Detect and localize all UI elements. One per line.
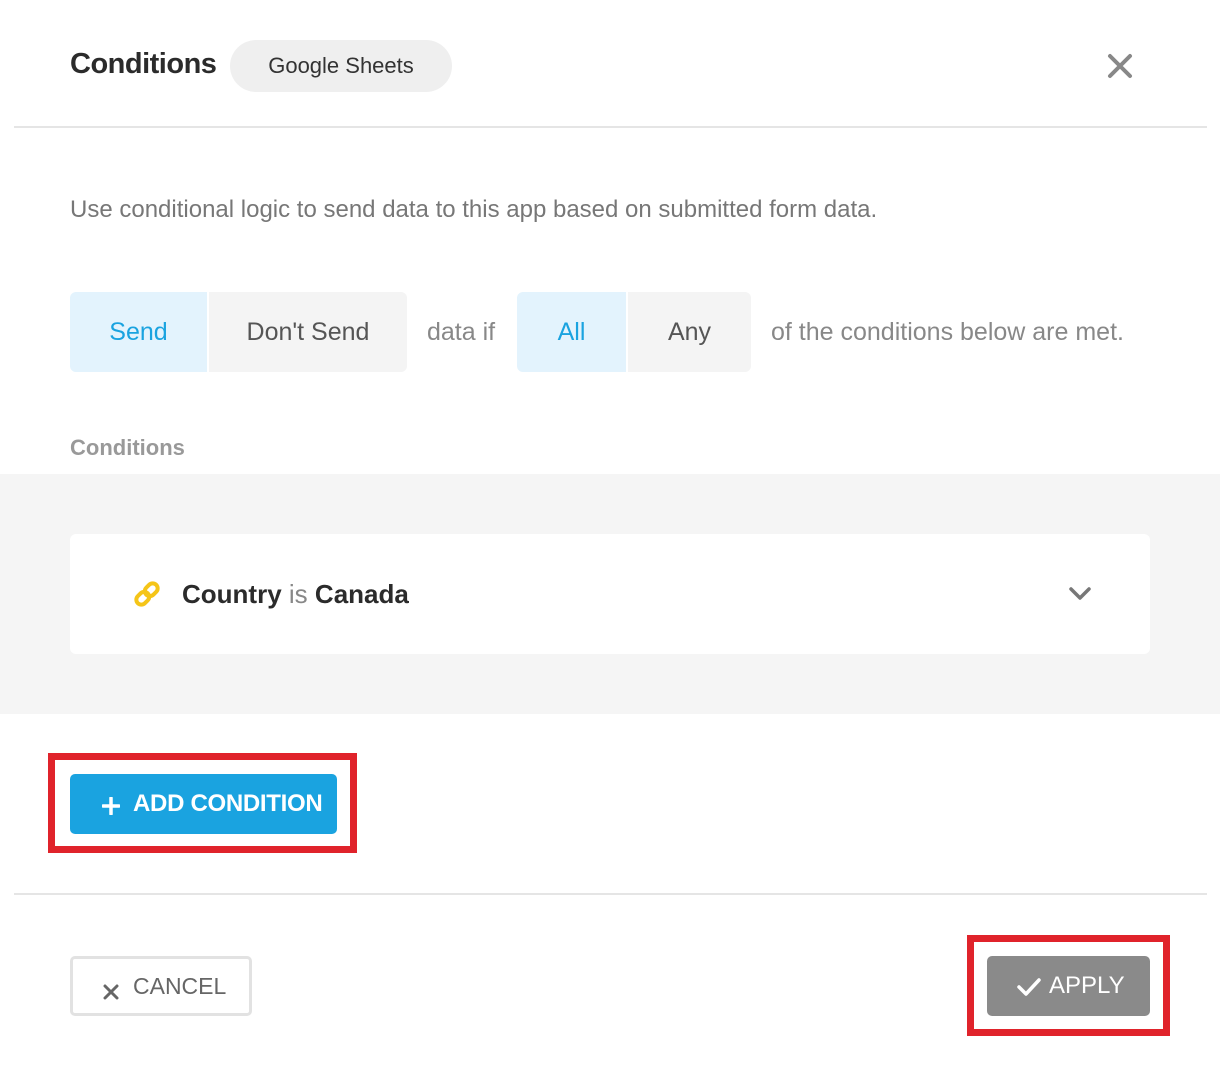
header-divider [14,126,1207,128]
apply-button[interactable]: APPLY [987,956,1150,1016]
app-name-badge: Google Sheets [230,40,452,92]
condition-value: Canada [314,579,409,609]
close-icon[interactable] [1104,50,1136,82]
dont-send-option-button[interactable]: Don't Send [209,292,407,372]
send-option-button[interactable]: Send [70,292,207,372]
condition-operator: is [288,579,308,609]
condition-field: Country [182,579,282,609]
apply-label: APPLY [1049,972,1125,999]
link-icon [132,579,162,609]
cancel-button[interactable]: CANCEL [70,956,252,1016]
conditions-met-text: of the conditions below are met. [771,318,1124,346]
cancel-label: CANCEL [133,973,227,999]
any-option-button[interactable]: Any [628,292,751,372]
condition-item[interactable]: Country is Canada [70,534,1150,654]
conditions-list: Country is Canada [0,474,1220,714]
chevron-down-icon[interactable] [1068,584,1092,604]
condition-summary: Country is Canada [182,534,409,654]
checkmark-icon [1017,976,1041,996]
modal-header: Conditions Google Sheets [0,0,1220,128]
add-condition-label: ADD CONDITION [133,790,323,817]
plus-icon [101,794,121,816]
data-if-text: data if [427,318,496,346]
footer-divider [14,893,1207,895]
conditions-section-label: Conditions [70,435,185,460]
add-condition-button[interactable]: ADD CONDITION [70,774,337,834]
modal-title: Conditions [70,48,217,80]
all-option-button[interactable]: All [517,292,626,372]
close-icon [103,979,119,1000]
description-text: Use conditional logic to send data to th… [70,196,878,223]
